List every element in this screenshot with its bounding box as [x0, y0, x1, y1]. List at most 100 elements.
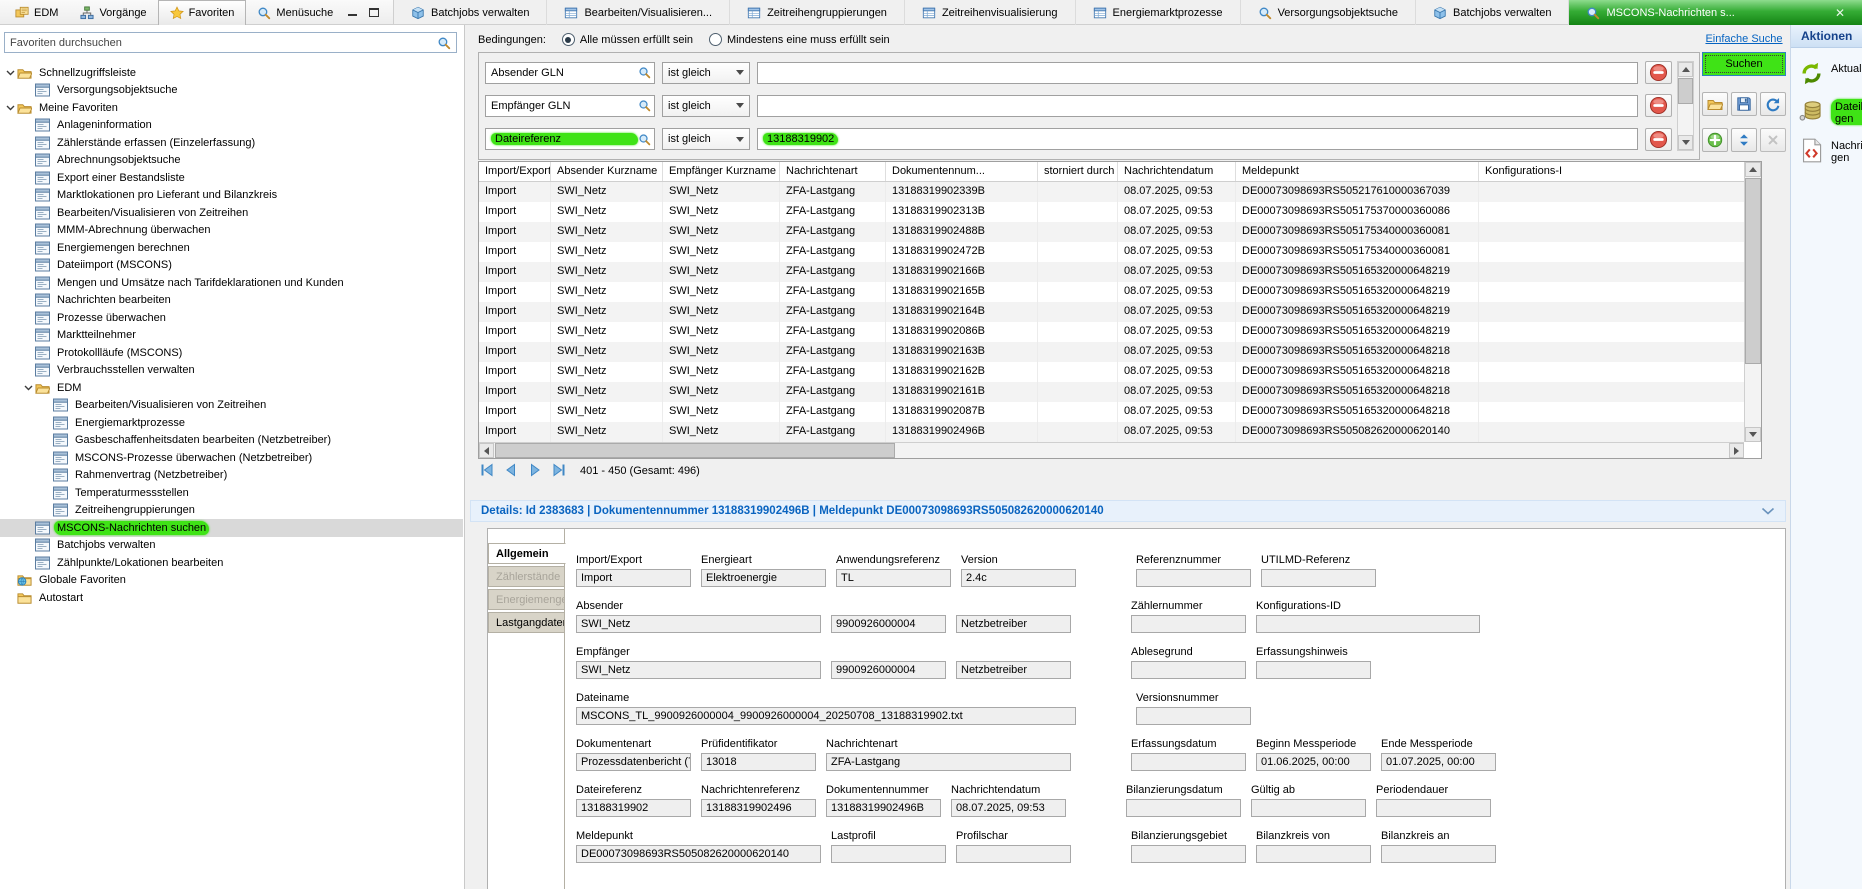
table-row[interactable]: Import SWI_Netz SWI_Netz ZFA-Lastgang 13…: [479, 422, 1761, 442]
tree-item[interactable]: Dateiimport (MSCONS): [0, 257, 463, 275]
remove-condition-button[interactable]: [1645, 94, 1672, 117]
tree-item[interactable]: Zählerstände erfassen (Einzelerfassung): [0, 134, 463, 152]
expand-arrow-icon[interactable]: [22, 381, 35, 394]
last-page-button[interactable]: [550, 462, 567, 479]
tree-item[interactable]: Prozesse überwachen: [0, 309, 463, 327]
form-field-input[interactable]: SWI_Netz: [576, 661, 821, 679]
table-row[interactable]: Import SWI_Netz SWI_Netz ZFA-Lastgang 13…: [479, 282, 1761, 302]
reset-query-button[interactable]: [1760, 92, 1786, 116]
close-tab-icon[interactable]: ✕: [1821, 6, 1845, 20]
table-row[interactable]: Import SWI_Netz SWI_Netz ZFA-Lastgang 13…: [479, 182, 1761, 202]
tree-item[interactable]: Zählpunkte/Lokationen bearbeiten: [0, 554, 463, 572]
document-tab[interactable]: Zeitreihengruppierungen: [730, 0, 905, 25]
tree-item[interactable]: Export einer Bestandsliste: [0, 169, 463, 187]
tree-item[interactable]: Nachrichten bearbeiten: [0, 292, 463, 310]
radio-any-condition[interactable]: Mindestens eine muss erfüllt sein: [709, 33, 890, 46]
document-tab[interactable]: Versorgungsobjektsuche: [1241, 0, 1416, 25]
tree-item[interactable]: EDM: [0, 379, 463, 397]
maximize-icon[interactable]: [367, 5, 381, 19]
tree-item[interactable]: Protokollläufe (MSCONS): [0, 344, 463, 362]
form-field-input[interactable]: [831, 845, 946, 863]
reorder-conditions-button[interactable]: [1731, 128, 1757, 152]
tree-item[interactable]: Temperaturmessstellen: [0, 484, 463, 502]
expand-arrow-icon[interactable]: [4, 101, 17, 114]
action-item[interactable]: Dateilauf gen: [1799, 99, 1862, 125]
panel-tab[interactable]: Vorgänge: [69, 0, 157, 25]
field-selector[interactable]: Empfänger GLN: [485, 95, 655, 117]
tree-item[interactable]: Energiemarktprozesse: [0, 414, 463, 432]
form-field-input[interactable]: [1261, 569, 1376, 587]
tree-item[interactable]: Gasbeschaffenheitsdaten bearbeiten (Netz…: [0, 432, 463, 450]
remove-condition-button[interactable]: [1645, 61, 1672, 84]
form-field-input[interactable]: 13188319902496B: [826, 799, 941, 817]
scroll-down-icon[interactable]: [1745, 427, 1761, 442]
condition-value-input[interactable]: [757, 62, 1638, 84]
radio-all-conditions[interactable]: Alle müssen erfüllt sein: [562, 33, 693, 46]
tree-item[interactable]: Mengen und Umsätze nach Tarifdeklaration…: [0, 274, 463, 292]
form-field-input[interactable]: [1136, 707, 1251, 725]
simple-search-link[interactable]: Einfache Suche: [1702, 33, 1786, 45]
document-tab[interactable]: Energiemarktprozesse: [1076, 0, 1241, 25]
form-field-input[interactable]: DE00073098693RS505082620000620140: [576, 845, 821, 863]
details-tab[interactable]: Energiemengen: [488, 589, 564, 610]
add-condition-button[interactable]: [1702, 128, 1728, 152]
table-row[interactable]: Import SWI_Netz SWI_Netz ZFA-Lastgang 13…: [479, 302, 1761, 322]
scroll-down-icon[interactable]: [1678, 135, 1693, 150]
form-field-input[interactable]: [1256, 661, 1371, 679]
action-item[interactable]: Aktualisi: [1799, 61, 1862, 86]
conditions-scrollbar[interactable]: [1677, 61, 1694, 151]
field-lookup-icon[interactable]: [638, 99, 651, 112]
document-tab[interactable]: MSCONS-Nachrichten s... ✕: [1569, 0, 1862, 25]
condition-value-input[interactable]: 13188319902: [757, 128, 1638, 150]
form-field-input[interactable]: [1126, 799, 1241, 817]
tree-item[interactable]: Verbrauchsstellen verwalten: [0, 362, 463, 380]
tree-item[interactable]: Bearbeiten/Visualisieren von Zeitreihen: [0, 397, 463, 415]
form-field-input[interactable]: 9900926000004: [831, 615, 946, 633]
table-horizontal-scrollbar[interactable]: [479, 442, 1744, 458]
form-field-input[interactable]: Netzbetreiber: [956, 661, 1071, 679]
table-row[interactable]: Import SWI_Netz SWI_Netz ZFA-Lastgang 13…: [479, 402, 1761, 422]
form-field-input[interactable]: 9900926000004: [831, 661, 946, 679]
search-icon[interactable]: [437, 36, 451, 50]
table-row[interactable]: Import SWI_Netz SWI_Netz ZFA-Lastgang 13…: [479, 242, 1761, 262]
open-query-button[interactable]: [1702, 92, 1728, 116]
tree-item[interactable]: Abrechnungsobjektsuche: [0, 152, 463, 170]
tree-item[interactable]: Anlageninformation: [0, 117, 463, 135]
operator-select[interactable]: ist gleich: [662, 128, 750, 150]
form-field-input[interactable]: Import: [576, 569, 691, 587]
form-field-input[interactable]: Prozessdatenbericht (7: [576, 753, 691, 771]
tree-item[interactable]: Marktteilnehmer: [0, 327, 463, 345]
form-field-input[interactable]: [1251, 799, 1366, 817]
table-row[interactable]: Import SWI_Netz SWI_Netz ZFA-Lastgang 13…: [479, 222, 1761, 242]
form-field-input[interactable]: [1136, 569, 1251, 587]
field-selector[interactable]: Dateireferenz: [485, 128, 655, 150]
operator-select[interactable]: ist gleich: [662, 95, 750, 117]
collapse-details-icon[interactable]: [1761, 507, 1775, 515]
document-tab[interactable]: Batchjobs verwalten: [1416, 0, 1569, 25]
tree-item[interactable]: Versorgungsobjektsuche: [0, 82, 463, 100]
table-row[interactable]: Import SWI_Netz SWI_Netz ZFA-Lastgang 13…: [479, 262, 1761, 282]
table-row[interactable]: Import SWI_Netz SWI_Netz ZFA-Lastgang 13…: [479, 202, 1761, 222]
tree-item[interactable]: MMM-Abrechnung überwachen: [0, 222, 463, 240]
field-lookup-icon[interactable]: [638, 66, 651, 79]
scrollbar-thumb[interactable]: [495, 443, 895, 458]
form-field-input[interactable]: 01.06.2025, 00:00: [1256, 753, 1371, 771]
column-header[interactable]: Meldepunkt: [1236, 162, 1479, 181]
column-header[interactable]: Nachrichtenart: [780, 162, 886, 181]
document-tab[interactable]: Zeitreihenvisualisierung: [905, 0, 1076, 25]
remove-condition-button[interactable]: [1645, 128, 1672, 151]
scroll-up-icon[interactable]: [1678, 62, 1693, 77]
tree-item[interactable]: Batchjobs verwalten: [0, 537, 463, 555]
column-header[interactable]: Dokumentennum...: [886, 162, 1038, 181]
form-field-input[interactable]: 13188319902: [576, 799, 691, 817]
form-field-input[interactable]: Netzbetreiber: [956, 615, 1071, 633]
condition-value-input[interactable]: [757, 95, 1638, 117]
search-button[interactable]: Suchen: [1702, 52, 1786, 76]
tree-item[interactable]: Globale Favoriten: [0, 572, 463, 590]
form-field-input[interactable]: 08.07.2025, 09:53: [951, 799, 1066, 817]
form-field-input[interactable]: 13188319902496: [701, 799, 816, 817]
expand-arrow-icon[interactable]: [4, 66, 17, 79]
minimize-icon[interactable]: [345, 5, 359, 19]
form-field-input[interactable]: 01.07.2025, 00:00: [1381, 753, 1496, 771]
form-field-input[interactable]: 2.4c: [961, 569, 1076, 587]
